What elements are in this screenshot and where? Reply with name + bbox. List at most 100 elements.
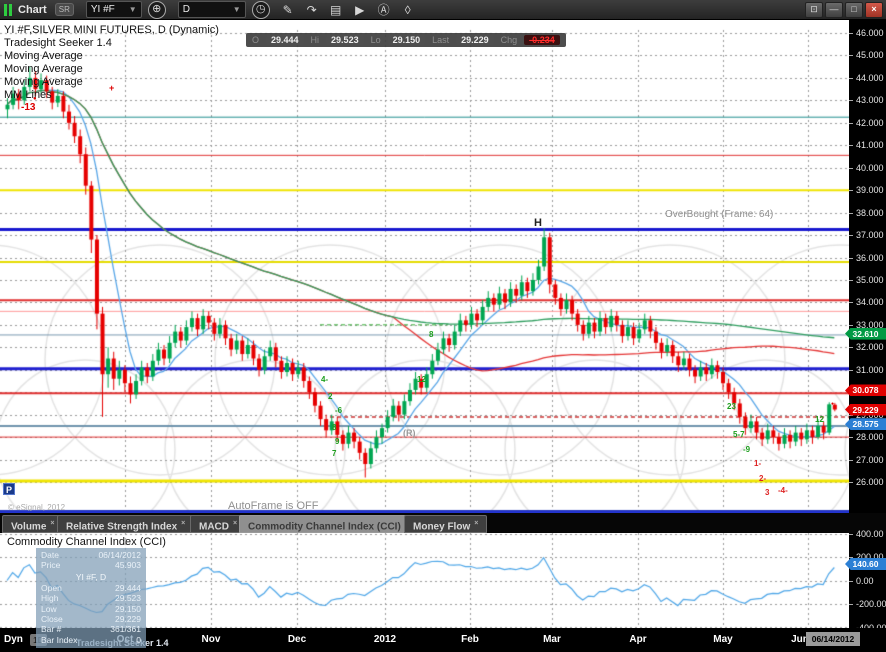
price-axis-label: 45.000	[849, 50, 884, 61]
retracement-tool-icon[interactable]: ↷	[302, 2, 322, 18]
chart-window: Chart SR YI #F ▼ ⊕ D ▼ ◷ ✎ ↷ ▤ ▶ Ⓐ ◊ ⊡ — □ × …	[0, 0, 886, 652]
seeker-annotation: 12	[417, 375, 426, 384]
price-axis-label: 37.000	[849, 230, 884, 241]
seeker-annotation: -4-	[778, 486, 788, 495]
month-label-dec: Dec	[287, 634, 307, 645]
price-axis-label: 44.000	[849, 72, 884, 83]
dw-row: Open 29.444	[41, 582, 141, 593]
price-axis-label: 35.000	[849, 274, 884, 285]
tab-close-icon[interactable]: ×	[181, 520, 185, 527]
seeker-annotation: -9	[743, 445, 751, 454]
maximize-button[interactable]: □	[845, 2, 863, 18]
symbol-value: YI #F	[90, 4, 115, 15]
time-interval-button[interactable]: ◷	[251, 0, 270, 19]
quote-value: -0.234	[524, 35, 560, 45]
price-axis-label: 41.000	[849, 140, 884, 151]
tab-money-flow[interactable]: Money Flow ×	[404, 515, 488, 533]
window-controls: ⊡ — □ ×	[805, 2, 883, 18]
quote-label: Lo	[370, 35, 381, 45]
study-label-ma3[interactable]: Moving Average	[4, 76, 83, 89]
month-label-2012: 2012	[373, 634, 397, 645]
symbol-dropdown[interactable]: YI #F ▼	[85, 1, 142, 18]
cci-axis-label: 0.00	[849, 575, 874, 586]
seeker-annotation: 9	[335, 437, 340, 446]
dyn-mode-toggle[interactable]: Dyn	[4, 634, 23, 645]
minimize-button[interactable]: —	[825, 2, 843, 18]
play-icon[interactable]: ▶	[350, 2, 370, 18]
price-axis-label: 42.000	[849, 117, 884, 128]
tab-volume[interactable]: Volume ×	[2, 515, 64, 533]
price-axis-label: 46.000	[849, 28, 884, 38]
price-axis-label: 36.000	[849, 252, 884, 263]
tab-close-icon[interactable]: ×	[233, 520, 237, 527]
price-badge: 32.610	[845, 327, 886, 340]
clock-icon: ◷	[255, 2, 266, 15]
eraser-icon[interactable]: ◊	[398, 2, 418, 18]
hotlist-icon[interactable]: ▤	[326, 2, 346, 18]
study-label-mmlines[interactable]: MM Lines	[4, 89, 52, 102]
symbol-description: YI #F,SILVER MINI FUTURES, D (Dynamic)	[4, 24, 219, 36]
seeker-annotation: 2-	[759, 474, 767, 483]
seeker-annotation: 23	[727, 402, 736, 411]
window-title: Chart	[18, 3, 47, 16]
price-badge: 30.078	[845, 384, 886, 397]
tab-close-icon[interactable]: ×	[474, 520, 478, 527]
seeker-annotation: 7	[332, 449, 337, 458]
quote-label: O	[252, 35, 260, 45]
seeker-annotation: -6	[335, 406, 343, 415]
seeker-annotation: +	[109, 83, 115, 93]
price-axis-label: 28.000	[849, 432, 884, 443]
seeker-annotation: 1-	[754, 459, 762, 468]
window-toolbar: Chart SR YI #F ▼ ⊕ D ▼ ◷ ✎ ↷ ▤ ▶ Ⓐ ◊ ⊡ — □ ×	[0, 0, 886, 20]
seeker-annotation: 5-7	[733, 430, 745, 439]
cci-axis-label: 400.00	[849, 528, 884, 539]
price-axis-label: 43.000	[849, 95, 884, 106]
link-group-badge[interactable]: SR	[54, 3, 74, 16]
chevron-down-icon: ▼	[128, 5, 137, 14]
quote-value: 29.229	[456, 35, 494, 45]
data-window-tooltip: Date 06/14/2012 Price 45.903 YI #F, D Open…	[36, 548, 146, 648]
tab-commodity-channel-index-cci-[interactable]: Commodity Channel Index (CCI)×	[239, 515, 418, 533]
close-button[interactable]: ×	[865, 2, 883, 18]
dw-row: Bar #361/361	[41, 624, 141, 635]
price-axis-label: 40.000	[849, 162, 884, 173]
price-axis-label: 34.000	[849, 297, 884, 308]
month-label-feb: Feb	[461, 634, 479, 645]
tab-relative-strength-index[interactable]: Relative Strength Index ×	[57, 515, 195, 533]
study-label-tradesight[interactable]: Tradesight Seeker 1.4	[4, 37, 112, 50]
month-label-mar: Mar	[543, 634, 561, 645]
dw-row: Date 06/14/2012	[41, 550, 141, 560]
quote-value: 29.150	[387, 35, 426, 45]
price-badge: 28.575	[845, 418, 886, 431]
cci-axis-label: -200.00	[849, 599, 886, 609]
price-axis-label: 27.000	[849, 454, 884, 465]
seeker-annotation: -13	[21, 102, 36, 113]
study-tabbar: Volume × Relative Strength Index × MACD × Comm…	[0, 513, 886, 533]
tab-macd[interactable]: MACD ×	[190, 515, 247, 533]
pivot-marker-badge[interactable]: P	[3, 483, 15, 495]
study-label-ma2[interactable]: Moving Average	[4, 63, 83, 76]
cci-panel-title: Commodity Channel Index (CCI)	[7, 536, 166, 548]
toolbar-icons: ✎ ↷ ▤ ▶ Ⓐ ◊	[274, 2, 418, 18]
quote-value: 29.444	[266, 35, 304, 45]
tab-close-icon[interactable]: ×	[50, 520, 54, 527]
chevron-down-icon: ▼	[232, 5, 241, 14]
price-axis-label: 38.000	[849, 207, 884, 218]
seeker-annotation: (R)	[403, 428, 416, 438]
seeker-annotation: H	[534, 217, 542, 229]
price-axis-label: 31.000	[849, 364, 884, 375]
month-label-apr: Apr	[629, 634, 647, 645]
draw-pencil-icon[interactable]: ✎	[278, 2, 298, 18]
seeker-annotation: 12	[815, 415, 824, 424]
dw-row: Price 45.903	[41, 560, 141, 571]
month-label-nov: Nov	[201, 634, 221, 645]
auto-analysis-icon[interactable]: Ⓐ	[374, 2, 394, 18]
restore-button[interactable]: ⊡	[805, 2, 823, 18]
cci-value-badge: 140.60	[845, 557, 886, 570]
seeker-annotation: 8	[332, 423, 337, 432]
symbol-lookup-button[interactable]: ⊕	[147, 0, 166, 19]
study-label-ma1[interactable]: Moving Average	[4, 50, 83, 63]
interval-dropdown[interactable]: D ▼	[177, 1, 246, 18]
price-chart-canvas[interactable]	[0, 20, 849, 513]
price-axis-label: 39.000	[849, 185, 884, 196]
